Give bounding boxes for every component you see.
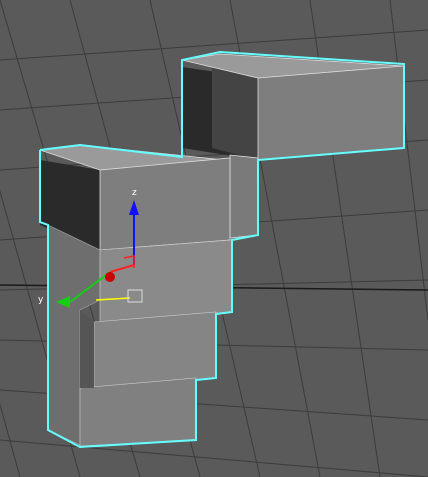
- y-axis-label: y: [38, 295, 44, 305]
- gizmo-center[interactable]: [105, 272, 115, 282]
- stair-block-model[interactable]: [39, 50, 405, 449]
- z-axis-label: z: [132, 188, 137, 198]
- step-3: [79, 377, 197, 447]
- connector-side: [229, 154, 259, 239]
- upper-block-front-shade: [212, 67, 258, 160]
- step-2: [93, 311, 217, 389]
- step-shadow: [80, 310, 94, 388]
- front-block-side: [99, 157, 231, 251]
- 3d-viewport[interactable]: z y: [0, 0, 428, 477]
- upper-block-side: [257, 65, 405, 161]
- viewport-canvas[interactable]: [0, 0, 428, 477]
- step-1: [99, 239, 233, 323]
